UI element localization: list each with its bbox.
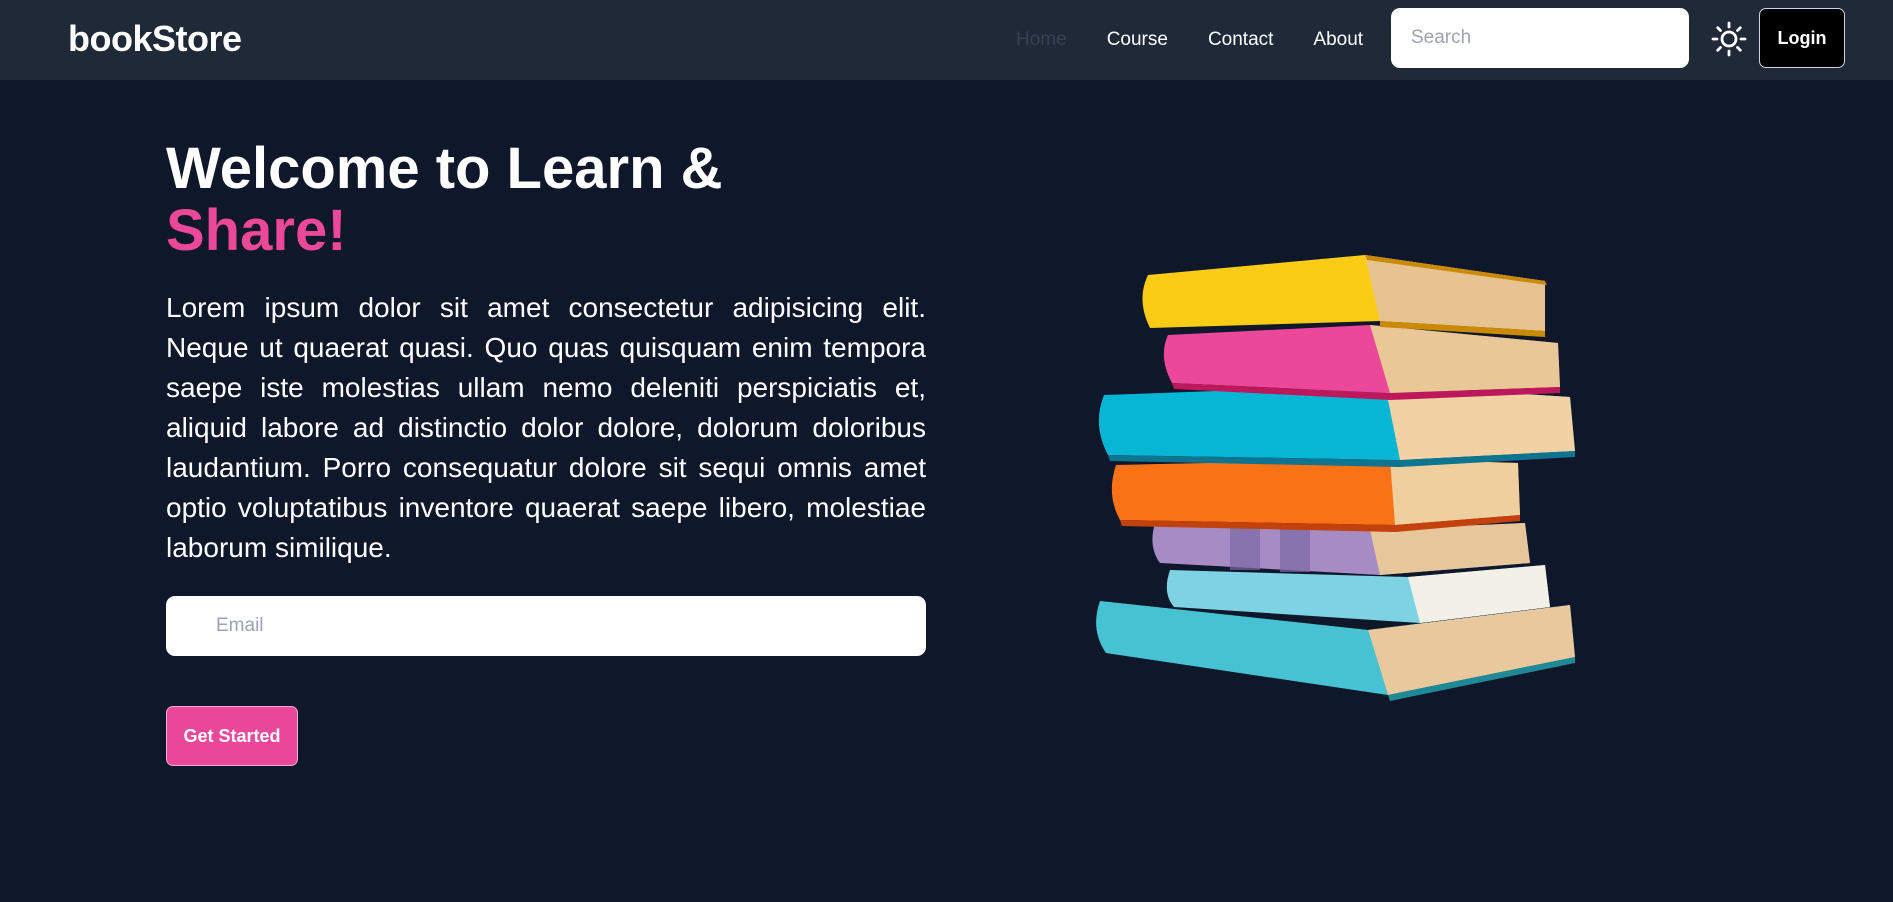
login-button[interactable]: Login: [1759, 8, 1845, 68]
email-field-wrapper: [166, 596, 926, 656]
search-input[interactable]: [1391, 8, 1689, 68]
theme-toggle-button[interactable]: [1710, 20, 1748, 58]
nav-item-about[interactable]: About: [1313, 29, 1363, 51]
email-input[interactable]: [166, 596, 926, 656]
hero-title: Welcome to Learn & Share!: [166, 138, 723, 262]
book-pink: [1163, 325, 1560, 400]
nav-item-contact[interactable]: Contact: [1208, 29, 1273, 51]
book-cyan: [1098, 385, 1575, 467]
hero-description: Lorem ipsum dolor sit amet consectetur a…: [166, 292, 926, 563]
nav-item-home[interactable]: Home: [1016, 29, 1067, 51]
book-stack-illustration: [1096, 255, 1575, 701]
hero-title-line1: Welcome to Learn &: [166, 136, 723, 201]
sun-icon: [1711, 21, 1747, 57]
book-yellow: [1142, 255, 1547, 337]
book-orange: [1111, 459, 1520, 532]
hero-title-accent: Share!: [166, 198, 347, 263]
navbar: bookStore Home Course Contact About Logi…: [0, 0, 1893, 80]
nav-item-course[interactable]: Course: [1107, 29, 1168, 51]
get-started-button[interactable]: Get Started: [166, 706, 298, 766]
nav-menu: Home Course Contact About: [1016, 0, 1363, 80]
brand-logo[interactable]: bookStore: [68, 18, 242, 60]
